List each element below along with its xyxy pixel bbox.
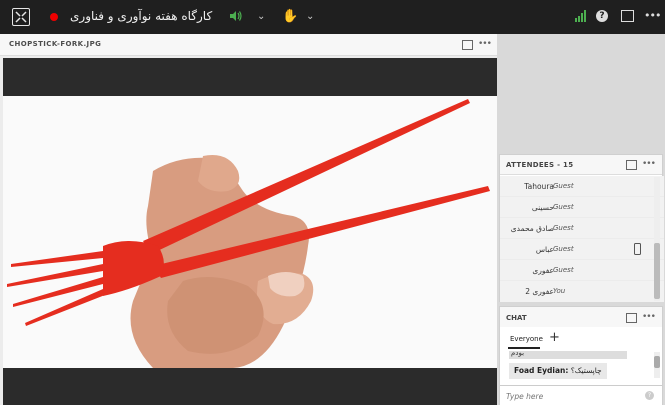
chat-input[interactable]: [506, 389, 636, 403]
chat-message: بودم: [509, 351, 627, 359]
shared-image-area: [3, 58, 497, 405]
chat-input-area: ?: [500, 385, 662, 405]
chat-message: Foad Eydian: چاپستیک؟: [509, 363, 607, 379]
right-panel: ATTENDEES - 15 ••• Tahoura Guest حسینی G…: [497, 34, 665, 405]
scroll-thumb[interactable]: [654, 243, 660, 299]
attendee-row[interactable]: حسینی Guest: [500, 197, 664, 218]
attendees-count: - 15: [557, 161, 574, 169]
attendees-pod: ATTENDEES - 15 ••• Tahoura Guest حسینی G…: [499, 154, 664, 302]
share-pod-header: CHOPSTICK-FORK.JPG •••: [0, 34, 497, 56]
attendee-name: صادق محمدی: [510, 224, 554, 233]
share-pod: CHOPSTICK-FORK.JPG •••: [0, 34, 497, 405]
message-sender: Foad Eydian:: [514, 366, 569, 375]
attendee-row[interactable]: Tahoura Guest: [500, 176, 664, 197]
fullscreen-icon[interactable]: [626, 160, 637, 170]
attendees-title: ATTENDEES: [506, 161, 555, 169]
attendee-row[interactable]: عباس Guest: [500, 239, 664, 260]
chevron-down-icon[interactable]: ⌄: [257, 11, 265, 22]
attendee-role: You: [553, 287, 566, 295]
tab-underline: [508, 347, 540, 349]
attendee-role: Guest: [553, 245, 574, 253]
more-icon[interactable]: •••: [478, 39, 492, 49]
attendee-role: Guest: [553, 203, 574, 211]
chat-scrollbar[interactable]: [654, 352, 660, 378]
more-icon[interactable]: •••: [642, 159, 656, 169]
add-tab-icon[interactable]: +: [549, 330, 560, 345]
shared-image: [3, 96, 497, 368]
speaker-icon[interactable]: [229, 10, 243, 22]
top-bar: کارگاه هفته نوآوری و فناوری ⌄ ✋ ⌄ ? •••: [0, 0, 665, 34]
mobile-icon: [634, 243, 641, 255]
attendee-row[interactable]: عفوری Guest: [500, 260, 664, 281]
chat-pod: CHAT ••• Everyone + بودم Foad Eydian: چا…: [499, 306, 663, 405]
grid-icon[interactable]: [12, 8, 30, 26]
more-icon[interactable]: •••: [642, 312, 656, 322]
attendee-role: Guest: [553, 266, 574, 274]
chat-title: CHAT: [506, 314, 527, 322]
signal-icon: [575, 10, 587, 22]
attendee-name: عفوری: [532, 266, 554, 275]
attendee-role: Guest: [553, 224, 574, 232]
record-icon[interactable]: [50, 13, 58, 21]
fullscreen-icon[interactable]: [462, 40, 473, 50]
attendee-name: حسینی: [531, 203, 554, 212]
tab-everyone[interactable]: Everyone: [510, 335, 543, 343]
help-icon[interactable]: ?: [596, 10, 608, 22]
hand-icon[interactable]: ✋: [282, 9, 298, 24]
help-icon[interactable]: ?: [645, 391, 654, 400]
attendee-name: عفوری 2: [525, 287, 554, 296]
chevron-down-icon[interactable]: ⌄: [306, 11, 314, 22]
fullscreen-icon[interactable]: [621, 10, 634, 22]
attendee-name: عباس: [535, 245, 554, 254]
fullscreen-icon[interactable]: [626, 313, 637, 323]
attendee-row[interactable]: عفوری 2 You: [500, 281, 664, 302]
meeting-title: کارگاه هفته نوآوری و فناوری: [70, 9, 213, 23]
scroll-thumb[interactable]: [654, 356, 660, 368]
attendee-name: Tahoura: [524, 182, 554, 191]
message-text: چاپستیک؟: [570, 366, 602, 375]
attendee-list: Tahoura Guest حسینی Guest صادق محمدی Gue…: [500, 176, 664, 302]
chat-tabs: Everyone +: [500, 327, 662, 349]
attendees-header: ATTENDEES - 15 •••: [500, 155, 662, 175]
attendees-scrollbar[interactable]: [654, 177, 660, 301]
attendee-role: Guest: [553, 182, 574, 190]
chat-header: CHAT •••: [500, 307, 662, 327]
attendee-row[interactable]: صادق محمدی Guest: [500, 218, 664, 239]
more-icon[interactable]: •••: [644, 9, 661, 22]
share-pod-title: CHOPSTICK-FORK.JPG: [9, 40, 102, 48]
